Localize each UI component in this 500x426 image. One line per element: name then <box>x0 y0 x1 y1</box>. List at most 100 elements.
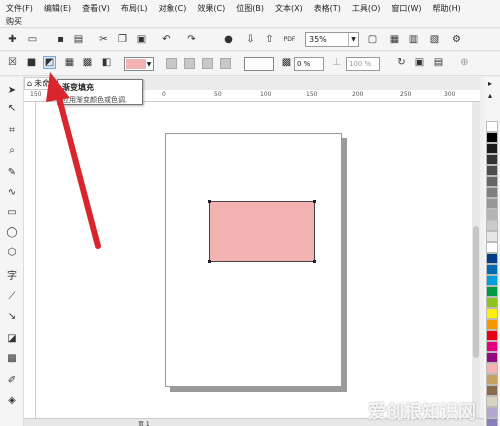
snap-icon[interactable]: ▧ <box>428 33 441 46</box>
palette-color-chip[interactable] <box>486 209 498 220</box>
palette-color-chip[interactable] <box>486 253 498 264</box>
text-tool-icon[interactable]: 字 <box>5 267 19 282</box>
palette-color-chip[interactable] <box>486 319 498 330</box>
grid-icon[interactable]: ▥ <box>407 33 420 46</box>
palette-color-chip[interactable] <box>486 132 498 143</box>
fill-option-2-icon[interactable] <box>184 58 195 69</box>
undo-icon[interactable]: ↶ <box>160 33 173 46</box>
palette-color-chip[interactable] <box>486 187 498 198</box>
palette-color-chip[interactable] <box>486 165 498 176</box>
ellipse-tool-icon[interactable]: ◯ <box>5 225 19 239</box>
transparency-tool-icon[interactable]: ▩ <box>5 351 19 365</box>
scrollbar-thumb[interactable] <box>473 226 479 358</box>
selection-handle-top-left[interactable] <box>208 200 211 203</box>
pattern-fill-icon[interactable]: ▦ <box>63 56 76 69</box>
fill-color-picker[interactable]: ▼ <box>124 57 154 71</box>
vertical-ruler[interactable] <box>24 102 36 418</box>
selection-handle-bottom-left[interactable] <box>208 260 211 263</box>
drop-shadow-icon[interactable]: ◪ <box>5 331 19 345</box>
pink-rectangle[interactable] <box>209 201 315 262</box>
menu-item[interactable]: 编辑(E) <box>44 3 71 14</box>
menu-item[interactable]: 布局(L) <box>121 3 148 14</box>
palette-color-chip[interactable] <box>486 286 498 297</box>
import-icon[interactable]: ⇩ <box>244 33 257 46</box>
menu-item[interactable]: 表格(T) <box>314 3 341 14</box>
new-document-icon[interactable]: ✚ <box>6 33 19 46</box>
palette-color-chip[interactable] <box>486 407 498 418</box>
vertical-scrollbar[interactable] <box>472 102 480 418</box>
palette-color-chip[interactable] <box>486 385 498 396</box>
copy-icon[interactable]: ❐ <box>116 33 129 46</box>
refresh-icon[interactable]: ↻ <box>395 56 408 69</box>
rectangle-tool-icon[interactable]: ▭ <box>5 205 19 219</box>
menu-item[interactable]: 帮助(H) <box>433 3 461 14</box>
page-indicator[interactable]: 页 1 <box>138 419 150 426</box>
palette-color-chip[interactable] <box>486 352 498 363</box>
menu-item[interactable]: 文本(X) <box>275 3 303 14</box>
palette-arrow-icon[interactable]: ▸ <box>488 79 492 88</box>
palette-scroll-up-icon[interactable]: ▴ <box>488 91 492 100</box>
redo-icon[interactable]: ↷ <box>185 33 198 46</box>
fill-option-4-icon[interactable] <box>220 58 231 69</box>
no-fill-icon[interactable]: ☒ <box>6 56 19 69</box>
menu-item[interactable]: 查看(V) <box>82 3 110 14</box>
palette-color-chip[interactable] <box>486 297 498 308</box>
edit-fill-icon[interactable]: ▤ <box>432 56 445 69</box>
cut-icon[interactable]: ✂ <box>97 33 110 46</box>
full-screen-icon[interactable]: ▢ <box>366 33 379 46</box>
selection-handle-bottom-right[interactable] <box>313 260 316 263</box>
menu-item[interactable]: 工具(O) <box>352 3 381 14</box>
palette-color-chip[interactable] <box>486 154 498 165</box>
save-icon[interactable]: ▪ <box>54 33 67 46</box>
menu-item[interactable]: 对象(C) <box>159 3 187 14</box>
paste-icon[interactable]: ▣ <box>135 33 148 46</box>
palette-color-chip[interactable] <box>486 396 498 407</box>
palette-color-chip[interactable] <box>486 374 498 385</box>
rulers-icon[interactable]: ▦ <box>388 33 401 46</box>
palette-color-chip[interactable] <box>486 231 498 242</box>
palette-color-chip[interactable] <box>486 264 498 275</box>
polygon-tool-icon[interactable]: ⬡ <box>5 245 19 259</box>
menu-item[interactable]: 位图(B) <box>236 3 264 14</box>
add-icon[interactable]: ⊕ <box>458 56 471 69</box>
artistic-media-icon[interactable]: ∿ <box>5 185 19 199</box>
palette-color-chip[interactable] <box>486 220 498 231</box>
options-icon[interactable]: ⚙ <box>450 33 463 46</box>
palette-color-chip[interactable] <box>486 121 498 132</box>
document-tab[interactable]: ⌂ 未命 <box>24 77 56 90</box>
palette-color-chip[interactable] <box>486 330 498 341</box>
corel-connect-icon[interactable]: ● <box>222 33 235 46</box>
zoom-tool-icon[interactable]: ⌕ <box>5 143 19 157</box>
merge-mode-icon[interactable]: ⊥ <box>330 56 343 69</box>
print-icon[interactable]: ▤ <box>72 33 85 46</box>
selection-handle-top-right[interactable] <box>313 200 316 203</box>
transparency-field[interactable]: 100 % <box>346 57 380 71</box>
palette-color-chip[interactable] <box>486 143 498 154</box>
palette-color-chip[interactable] <box>486 176 498 187</box>
dimension-tool-icon[interactable]: ⟋ <box>5 289 19 303</box>
gradient-fill-icon[interactable]: ◩ <box>43 56 56 69</box>
uniform-fill-icon[interactable]: ■ <box>25 56 38 69</box>
menu-item[interactable]: 文件(F) <box>6 3 33 14</box>
pick-tool-icon[interactable]: ➤ <box>5 83 19 97</box>
fill-option-1-icon[interactable] <box>166 58 177 69</box>
palette-color-chip[interactable] <box>486 242 498 253</box>
connector-tool-icon[interactable]: ↘ <box>5 309 19 323</box>
menu-item[interactable]: 效果(C) <box>197 3 225 14</box>
freehand-tool-icon[interactable]: ✎ <box>5 165 19 179</box>
palette-color-chip[interactable] <box>486 275 498 286</box>
interactive-fill-icon[interactable]: ◈ <box>5 393 19 407</box>
palette-color-chip[interactable] <box>486 308 498 319</box>
open-folder-icon[interactable]: ▭ <box>26 33 39 46</box>
menu-item[interactable]: 窗口(W) <box>391 3 421 14</box>
fill-option-3-icon[interactable] <box>202 58 213 69</box>
palette-color-chip[interactable] <box>486 341 498 352</box>
palette-color-chip[interactable] <box>486 418 498 426</box>
export-icon[interactable]: ⇧ <box>263 33 276 46</box>
pdf-export-icon[interactable]: PDF <box>283 33 296 46</box>
copy-fill-icon[interactable]: ▣ <box>413 56 426 69</box>
outline-width-field[interactable]: 0 % <box>294 57 324 71</box>
eyedropper-tool-icon[interactable]: ✐ <box>5 373 19 387</box>
shape-tool-icon[interactable]: ↖ <box>5 101 19 115</box>
palette-color-chip[interactable] <box>486 198 498 209</box>
